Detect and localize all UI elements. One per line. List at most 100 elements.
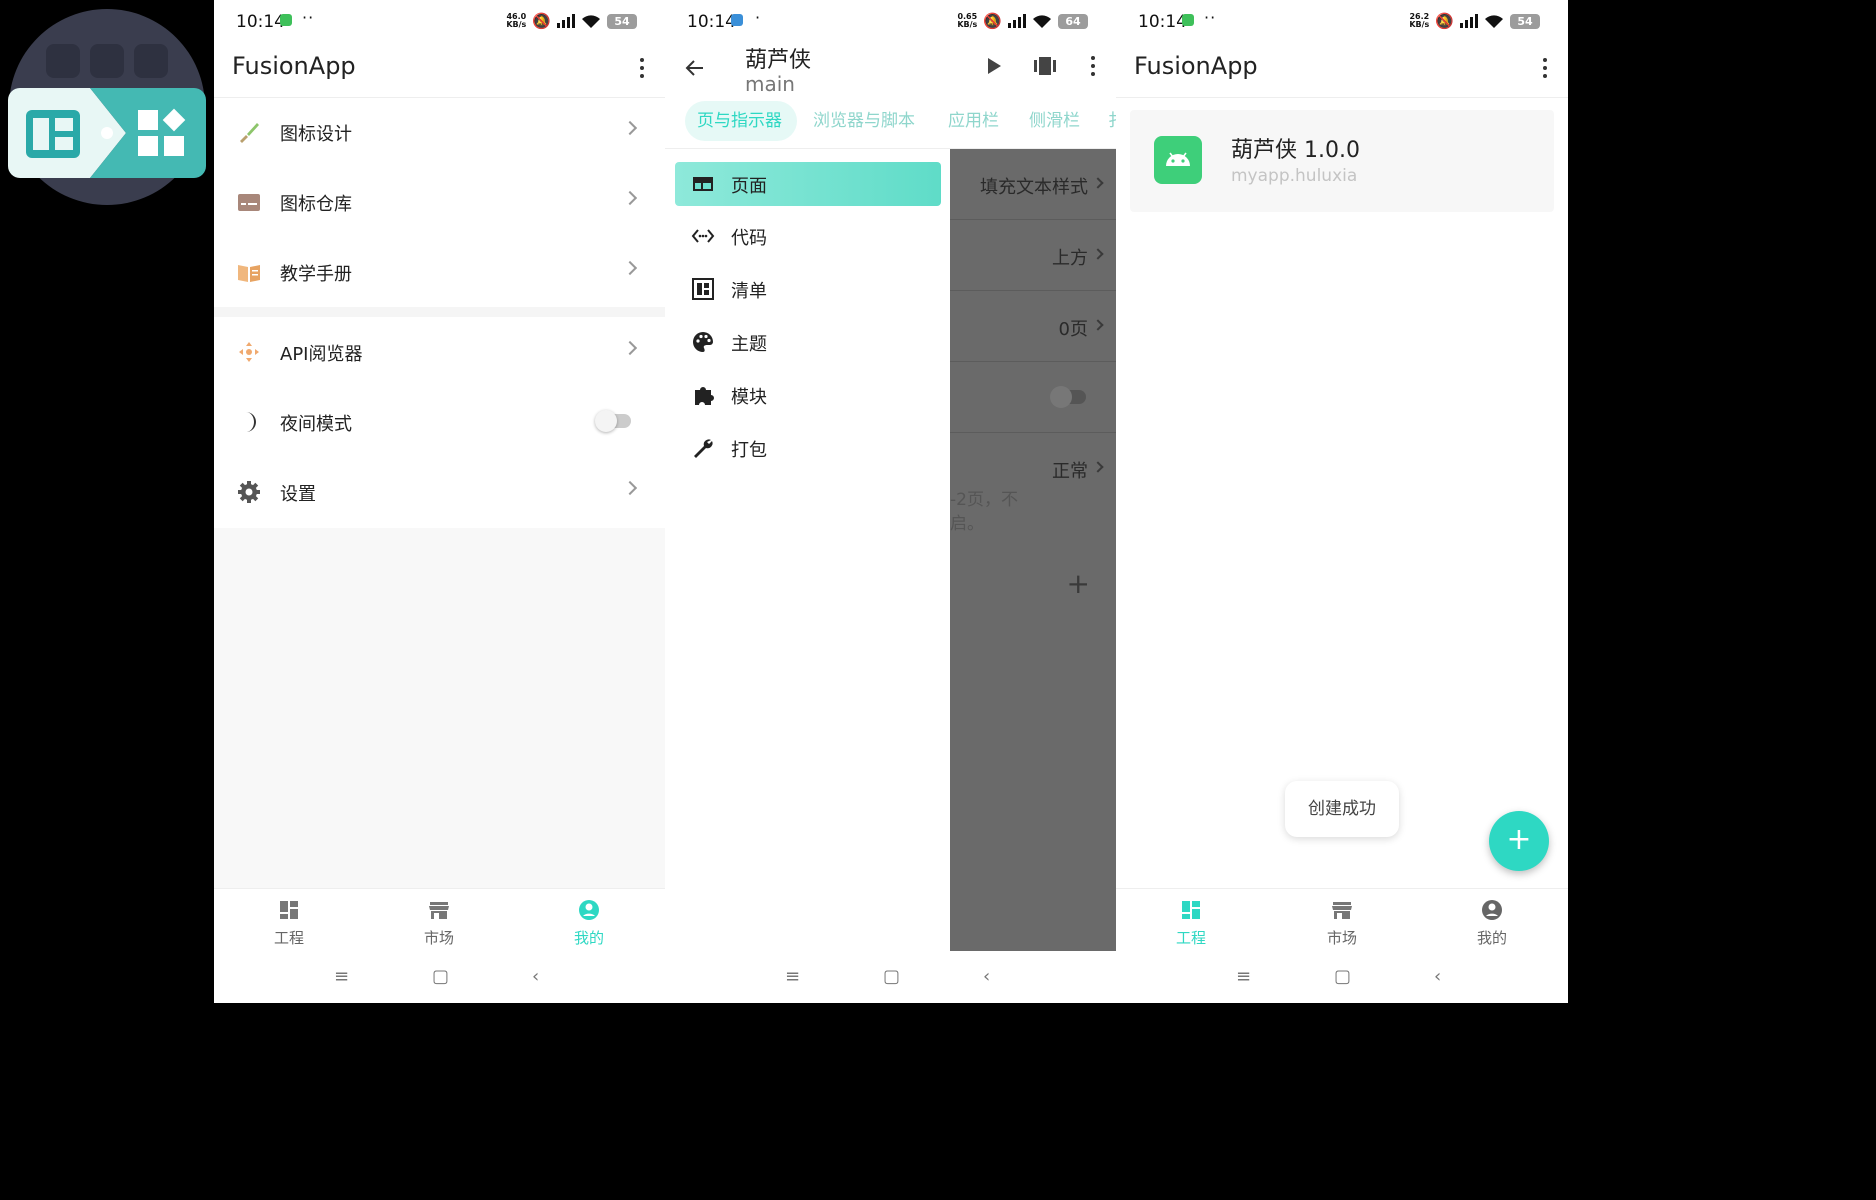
fusionapp-logo — [8, 9, 206, 205]
add-project-button[interactable]: + — [1489, 811, 1549, 871]
nav-label: 市场 — [1326, 929, 1357, 947]
project-card[interactable]: 葫芦侠 1.0.0 myapp.huluxia — [1130, 110, 1554, 212]
menu-item-label: 图标设计 — [280, 124, 352, 145]
setting-row: 0页 — [950, 291, 1116, 362]
navigation-drawer: 页面 代码 清单 主题 模块 打包 — [665, 149, 950, 951]
nav-mine[interactable]: 我的 — [549, 899, 629, 948]
bottom-navigation: 工程 市场 我的 — [1116, 888, 1568, 952]
menu-item-icon-design[interactable]: 图标设计 — [214, 97, 665, 167]
menu-item-label: 夜间模式 — [280, 414, 352, 435]
menu-item-tutorial[interactable]: 教学手册 — [214, 237, 665, 307]
mute-icon: 🔕 — [1435, 12, 1454, 30]
wifi-icon — [1033, 14, 1051, 28]
app-logo-area — [0, 0, 214, 1003]
back-icon[interactable]: ‹ — [1434, 966, 1441, 987]
drawer-item-label: 清单 — [731, 281, 767, 302]
drawer-item-build[interactable]: 打包 — [675, 426, 941, 470]
setting-hint: -2页，不 — [950, 490, 1018, 510]
chevron-right-icon — [622, 190, 638, 206]
status-bar: 10:14 ·· 46.0 KB/s 🔕 54 — [214, 0, 665, 44]
tab-pages-indicator[interactable]: 页与指示器 — [697, 106, 782, 131]
screen-project-editor: 10:14 · 0.65 KB/s 🔕 64 葫芦侠 main 页与指示器 浏览器… — [665, 0, 1116, 1003]
wrench-icon — [694, 439, 713, 458]
menu-item-label: 教学手册 — [280, 264, 352, 285]
home-icon[interactable]: ▢ — [883, 966, 900, 987]
back-arrow-icon[interactable] — [683, 56, 707, 80]
preview-icon[interactable] — [1033, 56, 1057, 76]
page-icon — [693, 177, 713, 191]
menu-item-night-mode[interactable]: 夜间模式 — [214, 387, 665, 457]
setting-row: 上方 — [950, 220, 1116, 291]
nav-projects[interactable]: 工程 — [249, 899, 329, 948]
menu-item-label: 设置 — [280, 484, 316, 505]
more-options-icon[interactable] — [1542, 58, 1548, 78]
drawer-item-label: 页面 — [731, 176, 767, 197]
palette-icon — [693, 332, 713, 352]
setting-hint: 启。 — [950, 514, 984, 534]
battery-icon: 54 — [1510, 13, 1540, 29]
drawer-item-module[interactable]: 模块 — [675, 373, 941, 417]
tab-overflow[interactable]: 扌 — [1108, 106, 1116, 131]
nav-label: 我的 — [1476, 929, 1507, 947]
signal-icon — [1008, 14, 1026, 28]
drawer-item-label: 打包 — [731, 440, 767, 461]
drawer-item-label: 代码 — [731, 228, 767, 249]
system-navigation: ≡ ▢ ‹ — [665, 952, 1116, 1003]
book-icon — [238, 265, 260, 282]
mute-icon: 🔕 — [983, 12, 1002, 30]
section-divider — [214, 307, 665, 317]
menu-item-api-browser[interactable]: API阅览器 — [214, 317, 665, 387]
api-icon — [239, 342, 259, 362]
chevron-right-icon — [622, 340, 638, 356]
menu-item-icon-repository[interactable]: 图标仓库 — [214, 167, 665, 237]
drawer-item-code[interactable]: 代码 — [675, 214, 941, 258]
app-bar: FusionApp — [214, 44, 665, 98]
tab-side-drawer[interactable]: 侧滑栏 — [1029, 106, 1080, 131]
setting-toggle — [1050, 386, 1086, 408]
setting-row: 正常 -2页，不 启。 — [950, 433, 1116, 534]
drawer-scrim[interactable]: 填充文本样式 上方 0页 正常 -2页，不 启。 + — [950, 149, 1116, 951]
menu-item-settings[interactable]: 设置 — [214, 457, 665, 527]
signal-icon — [557, 14, 575, 28]
menu-icon[interactable]: ≡ — [1236, 966, 1251, 987]
menu-icon[interactable]: ≡ — [334, 966, 349, 987]
nav-market[interactable]: 市场 — [399, 899, 479, 948]
wifi-icon — [582, 14, 600, 28]
account-icon — [579, 900, 599, 920]
drawer-item-label: 主题 — [731, 334, 767, 355]
status-time: 10:14 — [236, 12, 285, 32]
list-icon — [692, 278, 714, 300]
nav-projects[interactable]: 工程 — [1151, 899, 1231, 948]
back-icon[interactable]: ‹ — [532, 966, 539, 987]
night-mode-toggle[interactable] — [595, 410, 631, 432]
moon-icon — [246, 412, 256, 432]
tab-browser-script[interactable]: 浏览器与脚本 — [813, 106, 915, 131]
more-notifications-icon: · — [755, 8, 762, 27]
more-options-icon[interactable] — [639, 58, 645, 78]
home-icon[interactable]: ▢ — [432, 966, 449, 987]
home-icon[interactable]: ▢ — [1334, 966, 1351, 987]
battery-icon: 54 — [607, 13, 637, 29]
nav-market[interactable]: 市场 — [1302, 899, 1382, 948]
drawer-item-manifest[interactable]: 清单 — [675, 267, 941, 311]
menu-item-label: 图标仓库 — [280, 194, 352, 215]
tab-app-bar[interactable]: 应用栏 — [948, 106, 999, 131]
more-options-icon[interactable] — [1090, 56, 1096, 76]
menu-item-label: API阅览器 — [280, 344, 363, 365]
status-bar: 10:14 · 0.65 KB/s 🔕 64 — [665, 0, 1116, 44]
status-bar: 10:14 ·· 26.2 KB/s 🔕 54 — [1116, 0, 1568, 44]
menu-icon[interactable]: ≡ — [785, 966, 800, 987]
play-icon[interactable] — [985, 56, 1003, 76]
status-time: 10:14 — [687, 12, 736, 32]
app-title: FusionApp — [232, 52, 356, 80]
drawer-item-page[interactable]: 页面 — [675, 162, 941, 206]
nav-label: 我的 — [573, 929, 604, 947]
drawer-item-theme[interactable]: 主题 — [675, 320, 941, 364]
store-icon — [1332, 902, 1352, 919]
back-icon[interactable]: ‹ — [983, 966, 990, 987]
system-navigation: ≡ ▢ ‹ — [1116, 952, 1568, 1003]
android-icon — [1154, 136, 1202, 184]
nav-mine[interactable]: 我的 — [1452, 899, 1532, 948]
account-icon — [1482, 900, 1502, 920]
more-notifications-icon: ·· — [302, 8, 315, 27]
